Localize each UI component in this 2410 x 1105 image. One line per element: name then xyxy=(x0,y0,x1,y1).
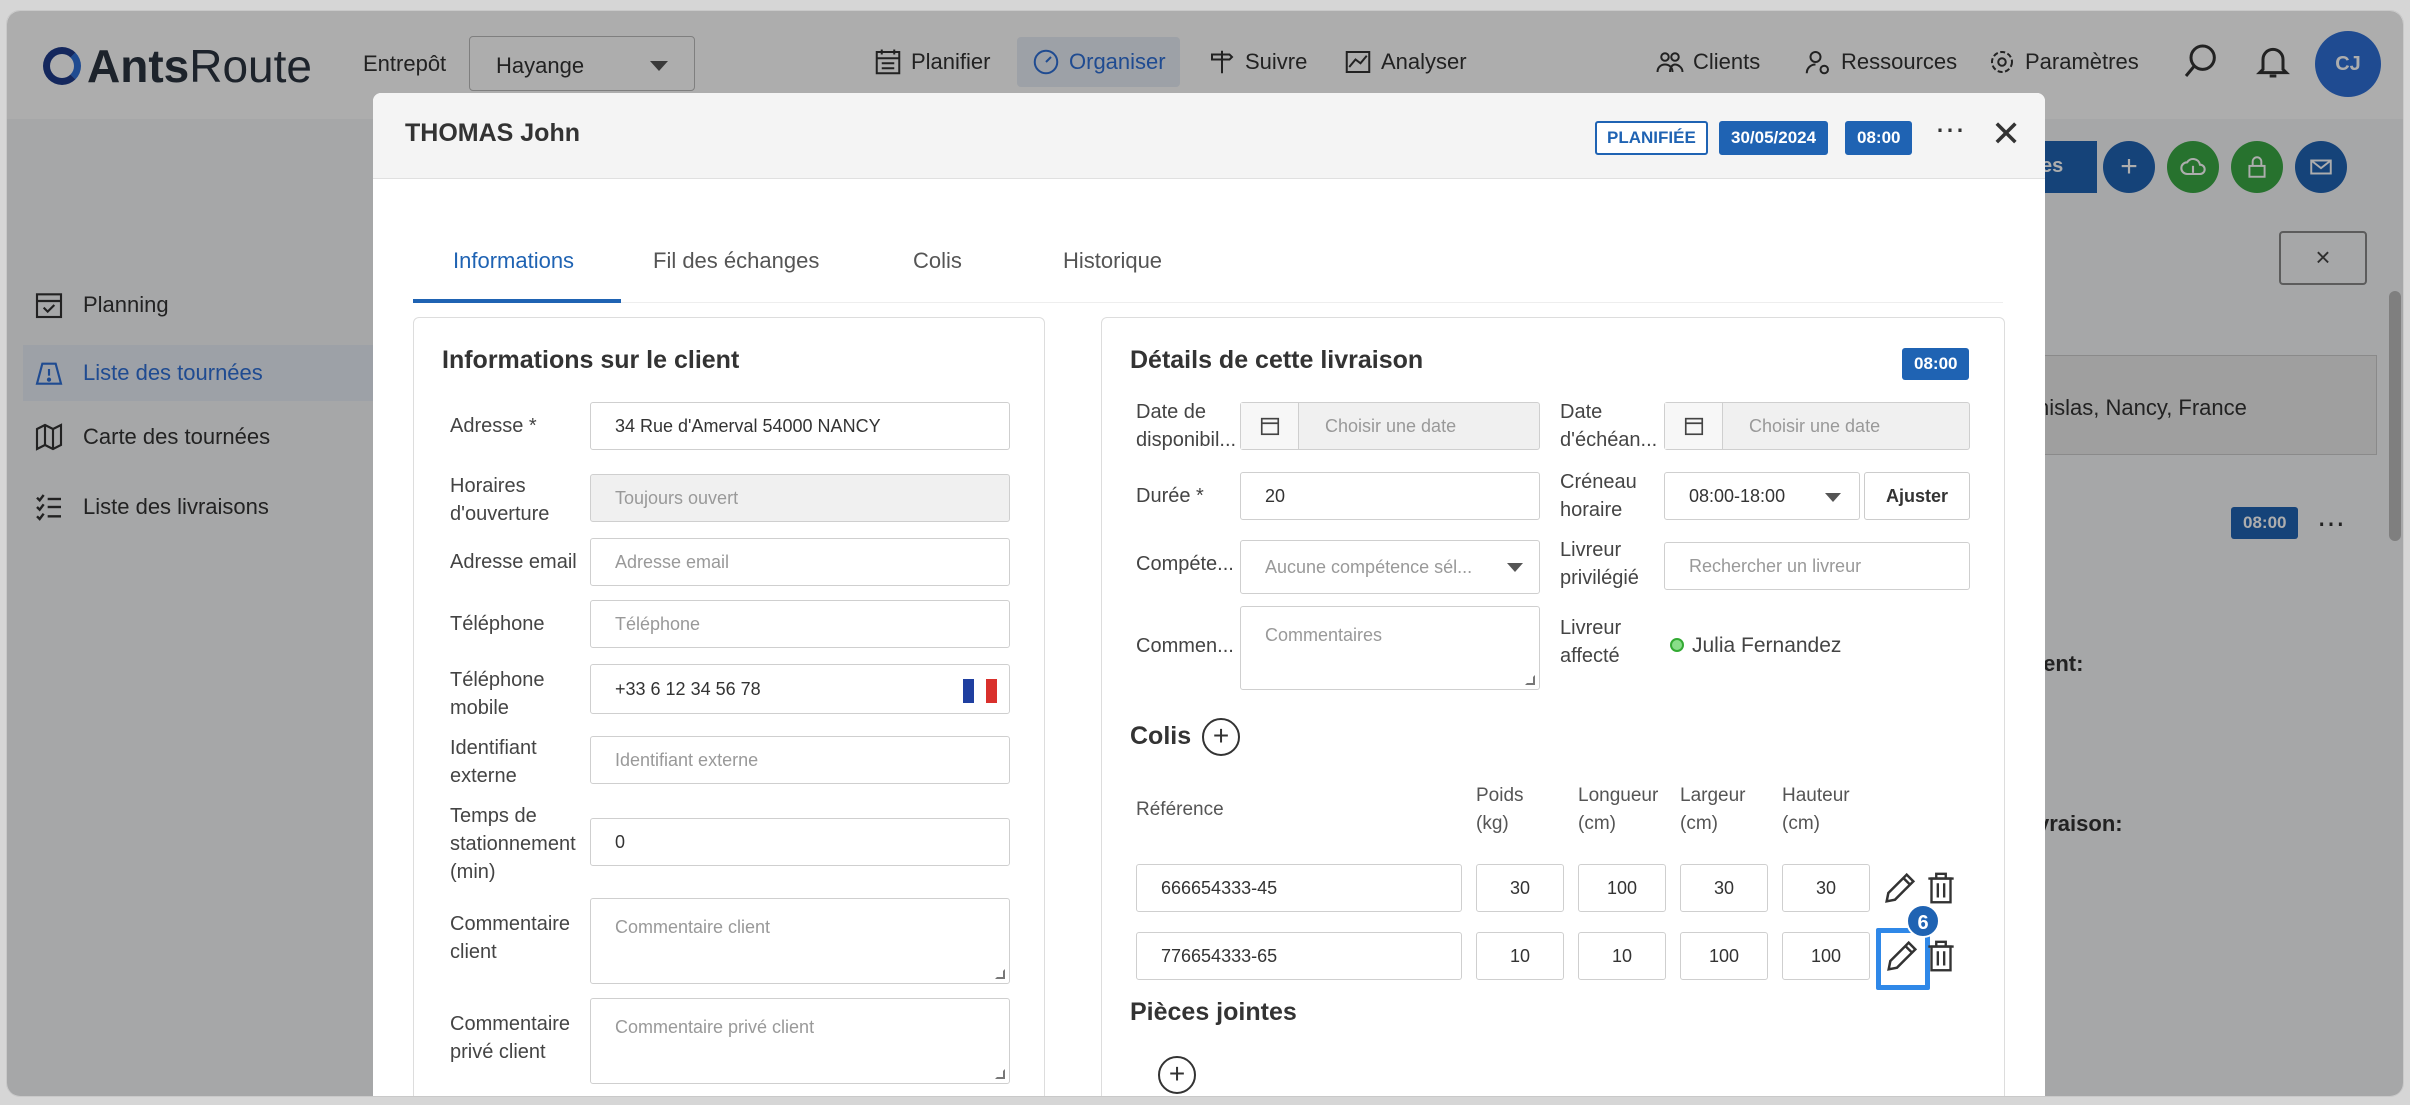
creneau-value: 08:00-18:00 xyxy=(1689,485,1786,506)
dispo-label: Date de disponibil... xyxy=(1136,401,1237,451)
commentaires-placeholder: Commentaires xyxy=(1265,625,1383,645)
colis-longueur-input[interactable]: 10 xyxy=(1578,932,1666,980)
mobile-field[interactable]: +33 6 12 34 56 78 xyxy=(590,664,1010,714)
adresse-input[interactable]: 34 Rue d'Amerval 54000 NANCY xyxy=(590,402,1010,450)
resize-handle-icon[interactable] xyxy=(995,1069,1005,1079)
duree-field[interactable]: 20 xyxy=(1240,472,1540,520)
echeance-label: Date d'échéan... xyxy=(1560,401,1658,451)
comment-prive-placeholder: Commentaire privé client xyxy=(615,1017,815,1037)
pencil-icon[interactable] xyxy=(1882,936,1922,976)
chevron-down-icon xyxy=(1825,493,1841,502)
comment-prive-label: Commentaire privé client xyxy=(450,1013,571,1063)
client-card-title: Informations sur le client xyxy=(442,346,740,374)
driver-status-dot xyxy=(1670,638,1684,652)
trash-icon[interactable] xyxy=(1922,936,1960,976)
app-window: AntsRoute Entrepôt Hayange Planifier Org… xyxy=(6,10,2404,1097)
time-badge: 08:00 xyxy=(1845,121,1913,155)
chevron-down-icon xyxy=(1507,563,1523,572)
status-badge: PLANIFIÉE xyxy=(1595,121,1708,155)
echeance-date-field[interactable]: Choisir une date xyxy=(1664,402,1970,450)
stationnement-field[interactable]: 0 xyxy=(590,818,1010,866)
colis-ref-input[interactable]: 776654333-65 xyxy=(1136,932,1462,980)
ajuster-button[interactable]: Ajuster xyxy=(1864,472,1970,520)
col-longueur: Longueur (cm) xyxy=(1578,785,1659,834)
colis-hauteur-input[interactable]: 30 xyxy=(1782,864,1870,912)
more-options-icon[interactable]: ⋯ xyxy=(1935,113,1967,148)
col-hauteur: Hauteur (cm) xyxy=(1782,785,1850,834)
creneau-label: Créneau horaire xyxy=(1560,471,1637,521)
france-flag-icon[interactable] xyxy=(963,679,997,703)
mobile-value: +33 6 12 34 56 78 xyxy=(615,678,761,699)
telephone-field[interactable]: Téléphone xyxy=(590,600,1010,648)
colis-largeur-input[interactable]: 30 xyxy=(1680,864,1768,912)
delivery-card-title: Détails de cette livraison xyxy=(1130,346,1424,374)
date-badge: 30/05/2024 xyxy=(1719,121,1829,155)
calendar-icon[interactable] xyxy=(1241,403,1299,449)
echeance-placeholder: Choisir une date xyxy=(1749,415,1881,436)
colis-hauteur-input[interactable]: 100 xyxy=(1782,932,1870,980)
colis-title: Colis xyxy=(1130,722,1192,750)
trash-icon[interactable] xyxy=(1922,868,1960,908)
commentaires-field[interactable]: Commentaires xyxy=(1240,606,1540,690)
calendar-icon[interactable] xyxy=(1665,403,1723,449)
horaires-label: Horaires d'ouverture xyxy=(450,475,550,525)
col-largeur: Largeur (cm) xyxy=(1680,785,1746,834)
adresse-label: Adresse * xyxy=(450,415,537,437)
delivery-details-card: Détails de cette livraison 08:00 Date de… xyxy=(1101,317,2005,1096)
col-reference: Référence xyxy=(1136,799,1224,820)
mobile-label: Téléphone mobile xyxy=(450,669,545,719)
livreur-pref-label: Livreur privilégié xyxy=(1560,539,1639,589)
comment-client-label: Commentaire client xyxy=(450,913,571,963)
comment-client-placeholder: Commentaire client xyxy=(615,917,771,937)
competence-label: Compéte... xyxy=(1136,553,1234,575)
pencil-icon[interactable] xyxy=(1880,868,1920,908)
tab-historique[interactable]: Historique xyxy=(1043,241,1182,303)
resize-handle-icon[interactable] xyxy=(1525,675,1535,685)
modal-tabs: Informations Fil des échanges Colis Hist… xyxy=(413,241,2003,303)
telephone-label: Téléphone xyxy=(450,613,545,635)
delivery-time-badge: 08:00 xyxy=(1902,348,1970,380)
tab-colis[interactable]: Colis xyxy=(893,241,982,303)
col-poids: Poids (kg) xyxy=(1476,785,1524,834)
add-colis-icon[interactable]: + xyxy=(1202,718,1240,756)
colis-longueur-input[interactable]: 100 xyxy=(1578,864,1666,912)
creneau-select[interactable]: 08:00-18:00 xyxy=(1664,472,1860,520)
tab-informations[interactable]: Informations xyxy=(413,241,621,303)
delivery-modal: THOMAS John PLANIFIÉE 30/05/2024 08:00 ⋯… xyxy=(373,93,2045,1096)
ident-field[interactable]: Identifiant externe xyxy=(590,736,1010,784)
resize-handle-icon[interactable] xyxy=(995,969,1005,979)
email-label: Adresse email xyxy=(450,551,577,573)
add-attachment-icon[interactable]: + xyxy=(1158,1056,1196,1094)
livreur-aff-value: Julia Fernandez xyxy=(1692,634,1842,657)
livreur-aff-label: Livreur affecté xyxy=(1560,617,1622,667)
stationnement-label: Temps de stationnement (min) xyxy=(450,805,576,883)
modal-header: THOMAS John PLANIFIÉE 30/05/2024 08:00 ⋯… xyxy=(373,93,2045,179)
ident-label: Identifiant externe xyxy=(450,737,537,787)
commentaires-label: Commen... xyxy=(1136,635,1234,657)
step-number-badge: 6 xyxy=(1906,904,1940,938)
modal-title: THOMAS John xyxy=(405,119,580,147)
colis-poids-input[interactable]: 30 xyxy=(1476,864,1564,912)
dispo-date-field[interactable]: Choisir une date xyxy=(1240,402,1540,450)
competence-value: Aucune compétence sél... xyxy=(1265,556,1473,577)
dispo-placeholder: Choisir une date xyxy=(1325,415,1457,436)
livreur-search-input[interactable]: Rechercher un livreur xyxy=(1664,542,1970,590)
colis-ref-input[interactable]: 666654333-45 xyxy=(1136,864,1462,912)
comment-client-field[interactable]: Commentaire client xyxy=(590,898,1010,984)
tab-fil-echanges[interactable]: Fil des échanges xyxy=(633,241,839,303)
competence-select[interactable]: Aucune compétence sél... xyxy=(1240,540,1540,594)
comment-prive-field[interactable]: Commentaire privé client xyxy=(590,998,1010,1084)
horaires-input[interactable]: Toujours ouvert xyxy=(590,474,1010,522)
pieces-jointes-title: Pièces jointes xyxy=(1130,998,1297,1026)
duree-label: Durée * xyxy=(1136,485,1204,507)
close-icon[interactable]: ✕ xyxy=(1991,113,2021,155)
colis-poids-input[interactable]: 10 xyxy=(1476,932,1564,980)
colis-largeur-input[interactable]: 100 xyxy=(1680,932,1768,980)
email-field[interactable]: Adresse email xyxy=(590,538,1010,586)
client-info-card: Informations sur le client Adresse * 34 … xyxy=(413,317,1045,1096)
